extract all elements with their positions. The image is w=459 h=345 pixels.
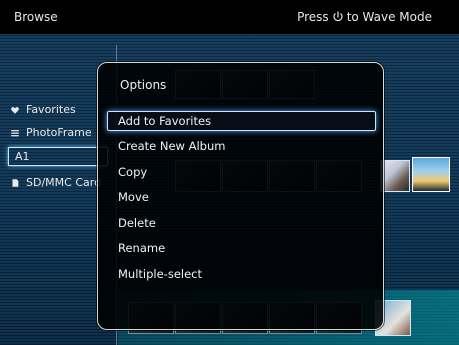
sidebar-label-photoframe: PhotoFrame [26,126,92,139]
list-icon [11,129,19,136]
menu-item-rename[interactable]: Rename [107,239,376,257]
screen-title: Browse [14,10,58,24]
power-icon [333,11,343,22]
photo-thumbnail[interactable] [380,160,410,192]
menu-item-add-to-favorites[interactable]: Add to Favorites [107,111,376,131]
menu-item-copy[interactable]: Copy [107,163,376,181]
sidebar-label-a1: A1 [15,150,30,163]
wave-mode-suffix: to Wave Mode [346,10,432,24]
menu-item-delete[interactable]: Delete [107,214,376,232]
sidebar-label-sdmmc-card: SD/MMC Card [26,176,102,189]
browse-screen: Browse Press to Wave Mode Favorites Phot… [0,0,459,345]
top-bar: Browse Press to Wave Mode [0,0,459,34]
sidebar-item-a1[interactable]: A1 [8,147,108,166]
card-icon [12,178,19,187]
sidebar-item-sdmmc-card[interactable]: SD/MMC Card [10,176,101,189]
menu-item-multiple-select[interactable]: Multiple-select [107,265,376,283]
sidebar-item-photoframe[interactable]: PhotoFrame [10,126,92,139]
photo-thumbnail-selected[interactable] [412,157,450,192]
dialog-title: Options [120,78,167,92]
wave-mode-hint: Press to Wave Mode [297,10,432,24]
menu-item-create-new-album[interactable]: Create New Album [107,137,376,155]
sidebar-item-favorites[interactable]: Favorites [10,103,76,116]
wave-mode-prefix: Press [297,10,329,24]
heart-icon [11,106,19,114]
options-dialog: Options Add to Favorites Create New Albu… [97,62,384,330]
menu-item-move[interactable]: Move [107,188,376,206]
sidebar-label-favorites: Favorites [26,103,76,116]
